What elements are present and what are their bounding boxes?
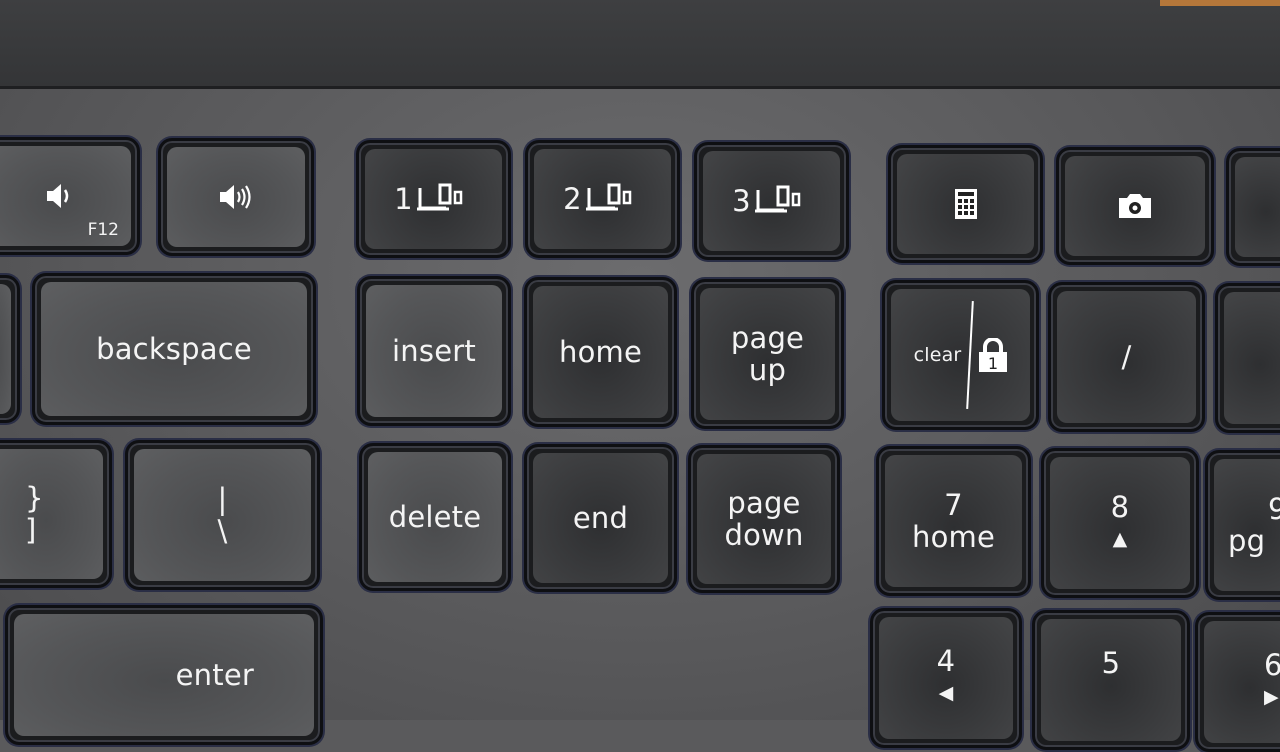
- backspace-key[interactable]: backspace: [32, 273, 316, 425]
- numpad-9-key[interactable]: 9 pg: [1205, 450, 1280, 600]
- devices-icon: [416, 183, 463, 211]
- home-key[interactable]: home: [524, 277, 677, 427]
- numpad-4-key[interactable]: 4 ◀: [870, 608, 1022, 748]
- clear-label: clear: [913, 344, 962, 366]
- channel-number: 3: [732, 184, 751, 218]
- channel-number: 2: [563, 182, 582, 216]
- easy-switch-1-key[interactable]: 1: [356, 140, 511, 258]
- backspace-label: backspace: [96, 332, 252, 366]
- delete-key[interactable]: delete: [359, 443, 511, 591]
- four-label: 4: [936, 644, 956, 678]
- divide-key[interactable]: /: [1048, 282, 1205, 432]
- page-up-label-line2: up: [748, 353, 787, 387]
- camera-icon: [1119, 194, 1151, 218]
- f12-label: F12: [87, 220, 119, 240]
- six-label: 6: [1264, 648, 1280, 682]
- delete-label: delete: [388, 500, 482, 534]
- volume-up-key[interactable]: [158, 138, 314, 256]
- page-down-label-line1: page: [727, 486, 801, 520]
- up-arrow-icon: ▲: [1112, 528, 1128, 550]
- desk-surface: [1160, 0, 1280, 6]
- brace-label: }: [25, 481, 44, 515]
- easy-switch-2-key[interactable]: 2: [525, 140, 680, 258]
- insert-key[interactable]: insert: [357, 276, 511, 426]
- nine-label: 9: [1268, 492, 1280, 526]
- home-sub-label: home: [911, 520, 995, 554]
- end-label: end: [572, 501, 629, 535]
- page-up-key[interactable]: page up: [691, 279, 844, 429]
- numpad-6-key[interactable]: 6 ▶: [1195, 612, 1280, 752]
- lock-icon: 1: [979, 338, 1008, 372]
- numpad-8-key[interactable]: 8 ▲: [1041, 448, 1199, 598]
- bracket-key[interactable]: } ]: [0, 440, 112, 588]
- devices-icon: [754, 185, 801, 213]
- pgup-sub-label: pg: [1228, 524, 1266, 558]
- channel-number: 1: [394, 182, 413, 216]
- devices-icon: [585, 183, 632, 211]
- insert-label: insert: [392, 334, 476, 368]
- partial-multiply-key[interactable]: [1215, 283, 1280, 433]
- backslash-label: \: [217, 514, 228, 548]
- volume-down-key[interactable]: F12: [0, 137, 140, 255]
- enter-key[interactable]: enter: [5, 605, 323, 745]
- enter-label: enter: [175, 658, 254, 692]
- keyboard-top-bezel: [0, 0, 1280, 89]
- bracket-label: ]: [25, 513, 37, 547]
- page-up-label-line1: page: [730, 321, 805, 355]
- pipe-label: |: [217, 482, 228, 516]
- calculator-key[interactable]: [888, 145, 1043, 263]
- partial-left-key[interactable]: [0, 275, 20, 423]
- right-arrow-icon: ▶: [1264, 686, 1279, 708]
- speaker-high-icon: [220, 185, 251, 209]
- numpad-7-key[interactable]: 7 home: [876, 446, 1031, 596]
- five-label: 5: [1101, 646, 1121, 680]
- seven-label: 7: [944, 488, 963, 522]
- svg-text:1: 1: [988, 354, 998, 372]
- calculator-icon: [954, 189, 977, 219]
- page-down-key[interactable]: page down: [688, 445, 840, 593]
- divide-label: /: [1121, 340, 1132, 374]
- left-arrow-icon: ◀: [938, 682, 954, 704]
- end-key[interactable]: end: [524, 444, 677, 592]
- divider-line: [966, 301, 975, 409]
- home-label: home: [558, 335, 642, 369]
- numpad-5-key[interactable]: 5: [1032, 610, 1190, 750]
- clear-numlock-key[interactable]: clear 1: [882, 280, 1039, 430]
- page-down-label-line2: down: [724, 518, 804, 552]
- partial-key[interactable]: [1226, 148, 1280, 266]
- backslash-key[interactable]: | \: [125, 440, 320, 590]
- easy-switch-3-key[interactable]: 3: [694, 142, 849, 260]
- speaker-low-icon: [47, 184, 69, 208]
- eight-label: 8: [1110, 490, 1130, 524]
- screenshot-key[interactable]: [1056, 147, 1214, 265]
